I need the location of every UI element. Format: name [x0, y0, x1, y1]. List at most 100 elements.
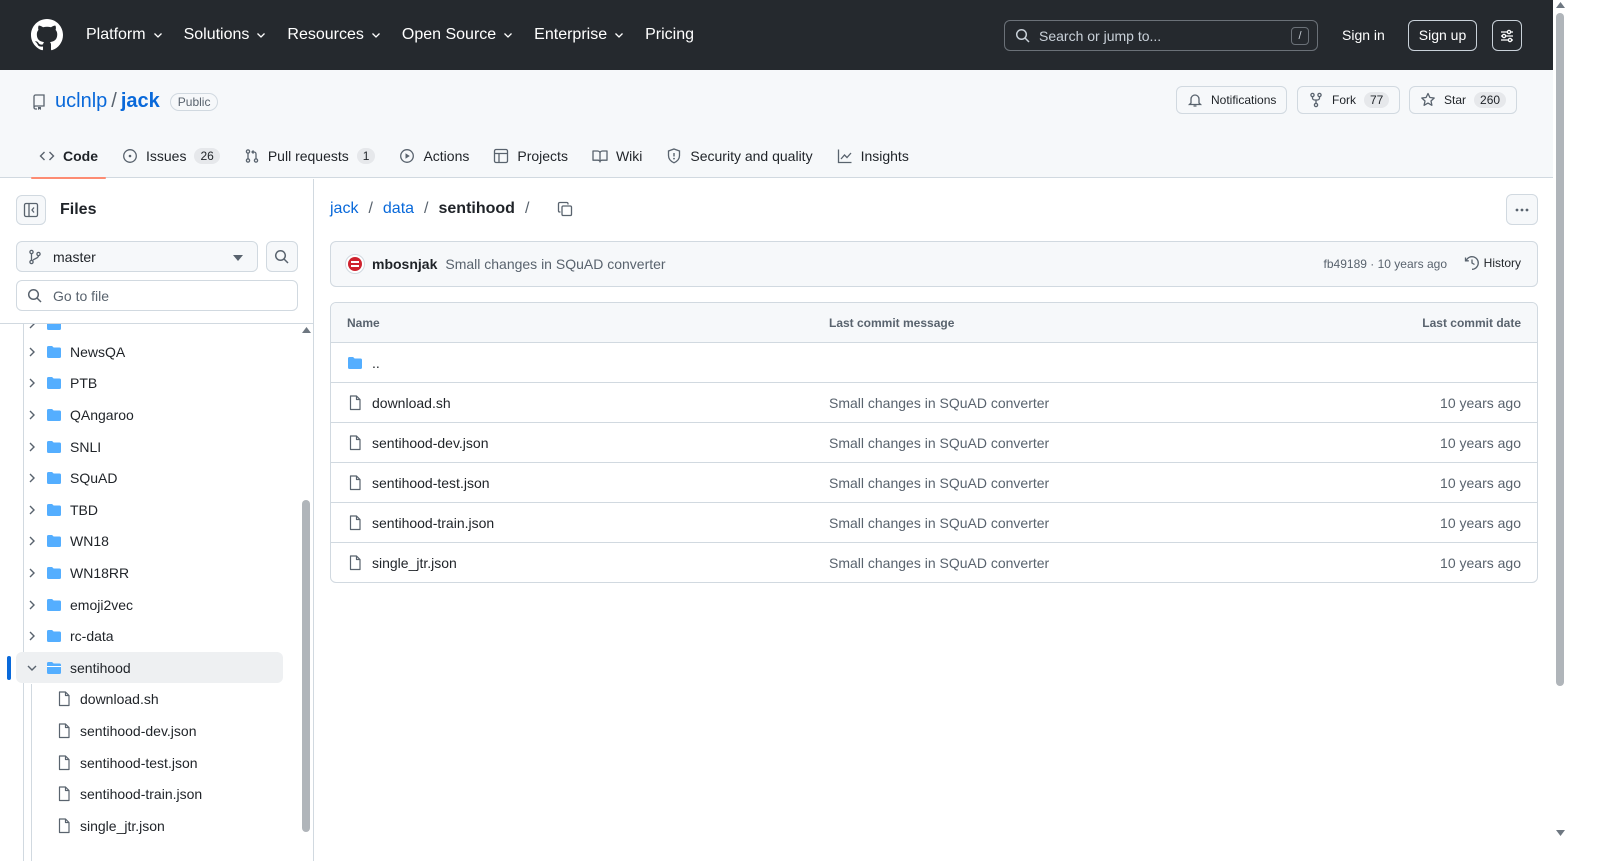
copy-path-button[interactable]	[557, 201, 573, 217]
repo-icon	[33, 93, 45, 110]
repo-name-link[interactable]: jack	[121, 90, 160, 113]
meta-separator: ·	[1366, 257, 1378, 271]
tree-folder-selected[interactable]: sentihood	[16, 652, 283, 683]
tab-insights[interactable]: Insights	[829, 134, 917, 178]
tree-item-label: rc-data	[70, 627, 114, 644]
tree-file[interactable]: download.sh	[40, 683, 283, 714]
tab-code[interactable]: Code	[31, 134, 106, 179]
repo-owner-link[interactable]: uclnlp	[55, 90, 107, 113]
star-count: 260	[1474, 92, 1507, 108]
go-to-file-input[interactable]: Go to file	[16, 280, 298, 311]
tree-folder[interactable]: NewsQA	[16, 336, 283, 367]
commit-message-link[interactable]: Small changes in SQuAD converter	[829, 555, 1049, 571]
tree-item-label: TBD	[70, 501, 98, 518]
tree-folder[interactable]: QAngaroo	[16, 399, 283, 430]
nav-open-source[interactable]: Open Source	[402, 26, 514, 44]
tree-item-label: WN18RR	[70, 564, 130, 581]
tree-item-label: SQuAD	[70, 469, 118, 486]
tab-pull-requests[interactable]: Pull requests 1	[236, 134, 384, 178]
nav-label: Open Source	[401, 26, 497, 43]
file-name-link[interactable]: sentihood-test.json	[372, 475, 490, 491]
more-options-button[interactable]	[1506, 194, 1538, 225]
repo-tabs: Code Issues 26 Pull requests 1 Actions P…	[31, 134, 925, 179]
nav-pricing[interactable]: Pricing	[645, 26, 694, 44]
scrollbar-thumb[interactable]	[302, 500, 310, 832]
nav-platform[interactable]: Platform	[86, 26, 164, 44]
notifications-button[interactable]: Notifications	[1176, 86, 1288, 114]
notifications-label: Notifications	[1211, 93, 1277, 107]
sidebar-scrollbar[interactable]	[301, 324, 312, 861]
commit-sha-link[interactable]: fb49189	[1324, 257, 1367, 271]
avatar[interactable]	[345, 254, 365, 274]
tab-label: Issues	[146, 148, 187, 164]
tree-folder[interactable]: rc-data	[16, 620, 283, 651]
tree-file[interactable]: sentihood-dev.json	[40, 715, 283, 746]
tab-security[interactable]: Security and quality	[658, 134, 820, 178]
nav-enterprise[interactable]: Enterprise	[534, 26, 625, 44]
chevron-down-icon	[27, 665, 37, 671]
tab-actions[interactable]: Actions	[391, 134, 477, 178]
tree-file[interactable]: sentihood-test.json	[40, 747, 283, 778]
search-files-button[interactable]	[266, 241, 298, 272]
issue-icon	[123, 149, 137, 163]
tree-folder[interactable]: TBD	[16, 494, 283, 525]
history-button[interactable]: History	[1464, 255, 1521, 271]
column-date-header: Last commit date	[1422, 316, 1521, 330]
file-name-link[interactable]: single_jtr.json	[372, 555, 457, 571]
folder-icon	[348, 357, 362, 369]
commit-message-link[interactable]: Small changes in SQuAD converter	[829, 515, 1049, 531]
tree-folder[interactable]: SNLI	[16, 431, 283, 462]
star-button[interactable]: Star 260	[1409, 86, 1518, 114]
branch-selector[interactable]: master	[16, 241, 258, 272]
chevron-down-icon	[615, 33, 624, 38]
tree-file[interactable]: sentihood-train.json	[40, 778, 283, 809]
settings-menu-button[interactable]	[1492, 20, 1522, 51]
parent-directory-link[interactable]: ..	[372, 355, 380, 371]
file-name-link[interactable]: sentihood-dev.json	[372, 435, 488, 451]
page-scrollbar[interactable]	[1553, 0, 1568, 861]
fork-button[interactable]: Fork 77	[1297, 86, 1401, 114]
go-to-file-placeholder: Go to file	[53, 287, 110, 304]
parent-directory-row[interactable]: ..	[331, 343, 1537, 383]
file-icon	[58, 754, 70, 770]
search-icon	[1015, 28, 1030, 43]
nav-solutions[interactable]: Solutions	[184, 26, 268, 44]
tree-folder[interactable]: WN18	[16, 525, 283, 556]
tree-folder[interactable]: PTB	[16, 367, 283, 398]
nav-resources[interactable]: Resources	[287, 26, 381, 44]
tree-folder[interactable]: SQuAD	[16, 462, 283, 493]
sign-in-link[interactable]: Sign in	[1336, 20, 1391, 51]
file-name-link[interactable]: download.sh	[372, 395, 451, 411]
collapse-sidebar-button[interactable]	[16, 195, 46, 225]
commit-message-link[interactable]: Small changes in SQuAD converter	[829, 475, 1049, 491]
table-header: Name Last commit message Last commit dat…	[331, 303, 1537, 343]
nav-label: Enterprise	[534, 26, 608, 43]
commit-message-link[interactable]: Small changes in SQuAD converter	[445, 256, 665, 272]
repo-separator: /	[111, 90, 117, 112]
breadcrumb-repo-link[interactable]: jack	[330, 200, 358, 218]
commit-message-link[interactable]: Small changes in SQuAD converter	[829, 435, 1049, 451]
tab-issues[interactable]: Issues 26	[114, 134, 228, 178]
commit-meta: fb49189 · 10 years ago	[1324, 257, 1447, 271]
search-input[interactable]: Search or jump to... /	[1004, 20, 1318, 51]
tree-item-label: sentihood	[70, 659, 131, 676]
file-tree: NewsQA PTB QAngaroo SNLI SQuAD TBD WN18 …	[0, 324, 300, 861]
scrollbar-thumb[interactable]	[1556, 13, 1564, 686]
commit-message-link[interactable]: Small changes in SQuAD converter	[829, 395, 1049, 411]
chevron-right-icon	[29, 505, 35, 514]
file-icon	[349, 435, 361, 451]
tab-wiki[interactable]: Wiki	[584, 134, 650, 178]
breadcrumb-data-link[interactable]: data	[383, 200, 414, 218]
tree-folder[interactable]: emoji2vec	[16, 589, 283, 620]
file-name-link[interactable]: sentihood-train.json	[372, 515, 494, 531]
tab-projects[interactable]: Projects	[485, 134, 576, 178]
file-icon	[58, 785, 70, 801]
github-logo-icon[interactable]	[31, 19, 63, 51]
tree-file[interactable]: single_jtr.json	[40, 810, 283, 841]
commit-author-link[interactable]: mbosnjak	[372, 256, 437, 272]
table-row: single_jtr.json Small changes in SQuAD c…	[331, 543, 1537, 582]
sign-up-button[interactable]: Sign up	[1408, 20, 1477, 51]
chevron-down-icon	[504, 33, 513, 38]
folder-icon	[47, 471, 61, 484]
tree-folder[interactable]: WN18RR	[16, 557, 283, 588]
